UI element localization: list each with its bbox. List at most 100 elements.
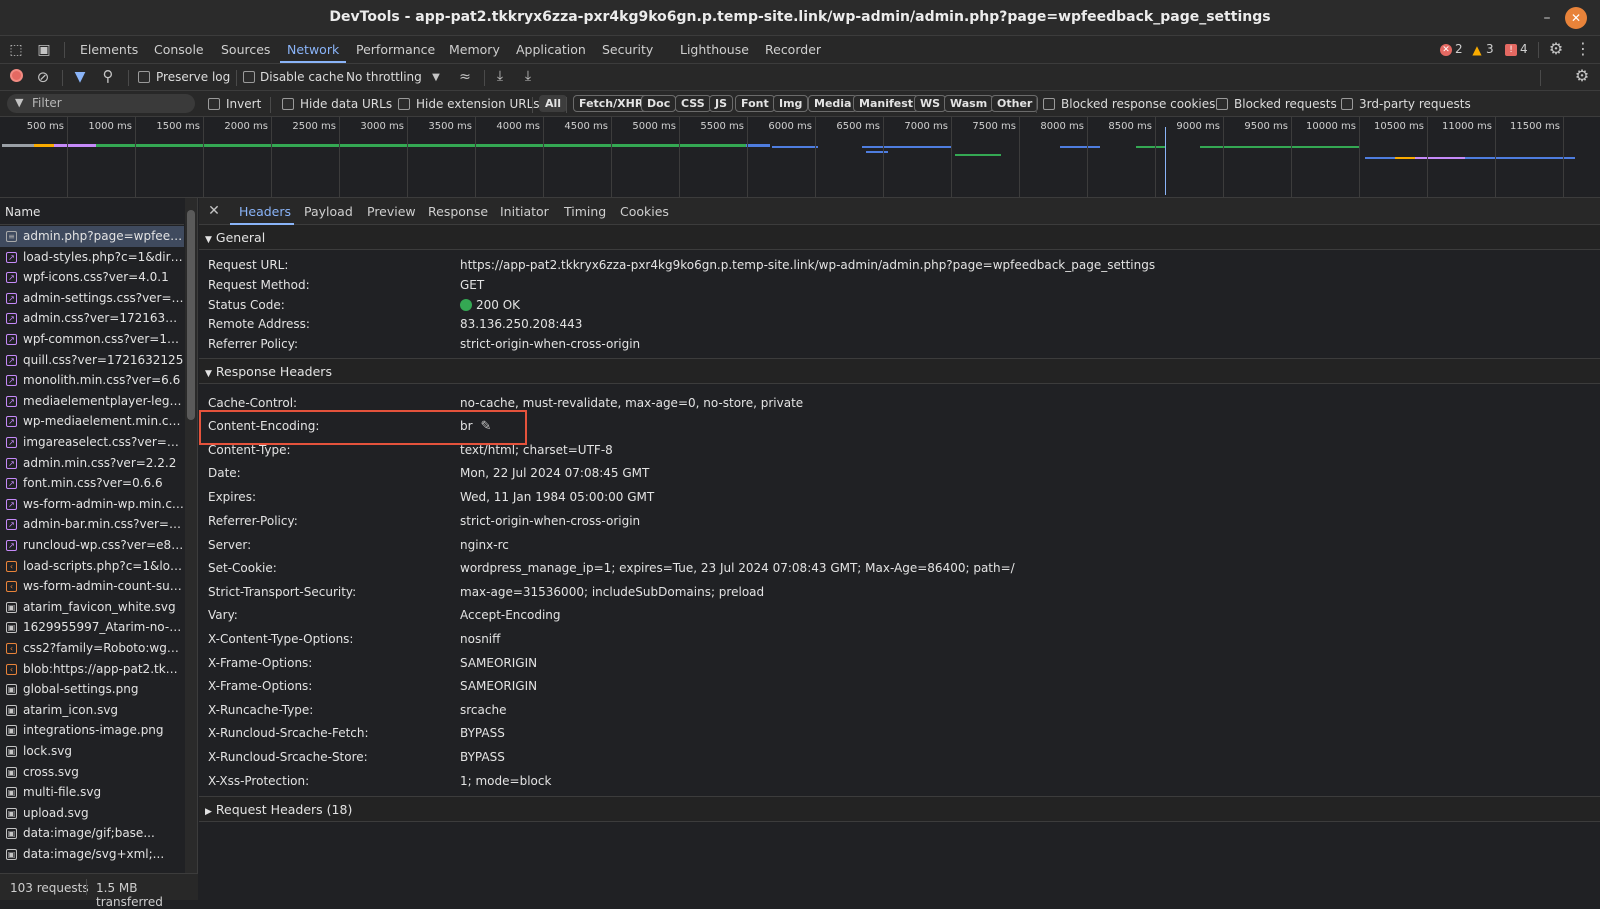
request-row[interactable]: ↗ wpf-common.css?ver=17216... [0, 329, 184, 350]
request-row[interactable]: ↗ admin.css?ver=1721632125 [0, 308, 184, 329]
chevron-down-icon[interactable]: ▼ [430, 70, 442, 86]
request-list-scrollbar[interactable] [185, 198, 197, 873]
request-row[interactable]: ▣ lock.svg [0, 741, 184, 762]
device-toolbar-icon[interactable]: ▣ [36, 42, 52, 58]
request-row[interactable]: ↗ font.min.css?ver=0.6.6 [0, 473, 184, 494]
timeline-overview[interactable]: 500 ms 1000 ms 1500 ms 2000 ms 2500 ms 3000 m… [0, 117, 1600, 198]
type-filter-img[interactable]: Img [773, 95, 809, 112]
request-row[interactable]: ▣ 1629955997_Atarim-no-pad... [0, 617, 184, 638]
js-file-icon: ‹ [6, 643, 17, 654]
request-row[interactable]: ▣ data:image/svg+xml;... [0, 844, 184, 865]
request-row[interactable]: ↗ admin-bar.min.css?ver=2.2.2 [0, 514, 184, 535]
more-options-icon[interactable]: ⋮ [1575, 41, 1591, 57]
throttling-select[interactable]: No throttling [346, 70, 422, 84]
hide-data-urls-checkbox[interactable] [282, 98, 294, 110]
request-row[interactable]: ↗ monolith.min.css?ver=6.6 [0, 370, 184, 391]
request-row[interactable]: ▣ multi-file.svg [0, 782, 184, 803]
third-party-requests-checkbox[interactable] [1341, 98, 1353, 110]
tab-recorder[interactable]: Recorder [765, 42, 821, 57]
request-row[interactable]: ▣ upload.svg [0, 803, 184, 824]
messages-badge[interactable]: ! 4 [1505, 42, 1528, 56]
request-row[interactable]: ▣ data:image/gif;base... [0, 823, 184, 844]
request-row[interactable]: ▣ atarim_icon.svg [0, 700, 184, 721]
tab-application[interactable]: Application [516, 42, 586, 57]
blocked-response-cookies-checkbox[interactable] [1043, 98, 1055, 110]
request-row[interactable]: ≡ admin.php?page=wpfeedba... [0, 226, 184, 247]
tab-network[interactable]: Network [287, 42, 339, 57]
request-row[interactable]: ↗ mediaelementplayer-legac... [0, 391, 184, 412]
type-filter-media[interactable]: Media [808, 95, 858, 112]
request-row[interactable]: ↗ imgareaselect.css?ver=0.9.8 [0, 432, 184, 453]
warnings-badge[interactable]: ▲ 3 [1471, 42, 1493, 56]
filter-icon[interactable]: ▼ [72, 69, 88, 85]
request-row[interactable]: ↗ wp-mediaelement.min.css?... [0, 411, 184, 432]
errors-badge[interactable]: ✕ 2 [1440, 42, 1463, 56]
request-row[interactable]: ‹ blob:https://app-pat2.tkkry... [0, 659, 184, 680]
tab-security[interactable]: Security [602, 42, 653, 57]
tab-performance[interactable]: Performance [356, 42, 435, 57]
minimize-icon[interactable]: – [1537, 8, 1557, 28]
close-window-button[interactable]: ✕ [1565, 7, 1587, 29]
tab-elements[interactable]: Elements [80, 42, 138, 57]
general-section-header[interactable]: ▼ General [199, 225, 1600, 250]
request-row[interactable]: ↗ admin-settings.css?ver=172... [0, 288, 184, 309]
disable-cache-checkbox[interactable] [243, 71, 255, 83]
scrollbar-thumb[interactable] [187, 210, 195, 420]
tab-preview[interactable]: Preview [367, 204, 416, 219]
tab-headers[interactable]: Headers [239, 204, 291, 219]
tab-memory[interactable]: Memory [449, 42, 500, 57]
type-filter-font[interactable]: Font [735, 95, 775, 112]
request-row[interactable]: ▣ integrations-image.png [0, 720, 184, 741]
request-row[interactable]: ▣ atarim_favicon_white.svg [0, 597, 184, 618]
tab-console[interactable]: Console [154, 42, 204, 57]
tab-sources[interactable]: Sources [221, 42, 270, 57]
type-filter-wasm[interactable]: Wasm [944, 95, 994, 112]
request-row[interactable]: ‹ load-scripts.php?c=1&load... [0, 556, 184, 577]
request-row[interactable]: ‹ ws-form-admin-count-sub... [0, 576, 184, 597]
type-filter-js[interactable]: JS [709, 95, 734, 112]
tab-initiator[interactable]: Initiator [500, 204, 549, 219]
css-file-icon: ↗ [6, 251, 17, 263]
import-har-icon[interactable]: ⤓ [492, 68, 508, 84]
tab-payload[interactable]: Payload [304, 204, 353, 219]
settings-gear-icon[interactable]: ⚙ [1547, 41, 1565, 57]
hide-extension-urls-checkbox[interactable] [398, 98, 410, 110]
request-row[interactable]: ↗ wpf-icons.css?ver=4.0.1 [0, 267, 184, 288]
img-file-icon: ▣ [6, 622, 17, 634]
tab-cookies[interactable]: Cookies [620, 204, 669, 219]
filter-input[interactable]: ▼ Filter [7, 94, 195, 113]
request-row[interactable]: ↗ quill.css?ver=1721632125 [0, 350, 184, 371]
request-row[interactable]: ↗ ws-form-admin-wp.min.css... [0, 494, 184, 515]
type-filter-css[interactable]: CSS [675, 95, 711, 112]
request-headers-section-header[interactable]: ▶ Request Headers (18) [199, 797, 1600, 822]
record-stop-button[interactable] [8, 69, 24, 86]
invert-checkbox[interactable] [208, 98, 220, 110]
type-filter-doc[interactable]: Doc [641, 95, 677, 112]
search-icon[interactable]: ⚲ [100, 68, 116, 84]
name-column-header[interactable]: Name [0, 198, 184, 225]
tab-lighthouse[interactable]: Lighthouse [680, 42, 749, 57]
request-row[interactable]: ↗ load-styles.php?c=1&dir=ltr... [0, 247, 184, 268]
close-details-icon[interactable]: ✕ [207, 203, 221, 219]
type-filter-ws[interactable]: WS [914, 95, 947, 112]
tab-timing[interactable]: Timing [564, 204, 606, 219]
request-row[interactable]: ↗ runcloud-wp.css?ver=e8a27... [0, 535, 184, 556]
response-headers-section-header[interactable]: ▼ Response Headers [199, 359, 1600, 384]
export-har-icon[interactable]: ⤓ [520, 68, 536, 84]
request-row[interactable]: ▣ cross.svg [0, 762, 184, 783]
inspect-element-icon[interactable]: ⬚ [8, 42, 24, 58]
edit-pencil-icon[interactable]: ✎ [479, 419, 493, 435]
tab-response[interactable]: Response [428, 204, 488, 219]
request-row[interactable]: ▣ global-settings.png [0, 679, 184, 700]
preserve-log-checkbox[interactable] [138, 71, 150, 83]
request-row[interactable]: ‹ css2?family=Roboto:wght@... [0, 638, 184, 659]
type-filter-all[interactable]: All [539, 95, 568, 112]
type-filter-fetch-xhr[interactable]: Fetch/XHR [573, 95, 650, 112]
type-filter-other[interactable]: Other [991, 95, 1039, 112]
network-settings-gear-icon[interactable]: ⚙ [1573, 68, 1591, 84]
request-row[interactable]: ↗ admin.min.css?ver=2.2.2 [0, 453, 184, 474]
blocked-requests-checkbox[interactable] [1216, 98, 1228, 110]
network-conditions-icon[interactable]: ≈ [456, 69, 474, 85]
type-filter-manifest[interactable]: Manifest [853, 95, 920, 112]
clear-icon[interactable]: ⊘ [35, 69, 51, 85]
